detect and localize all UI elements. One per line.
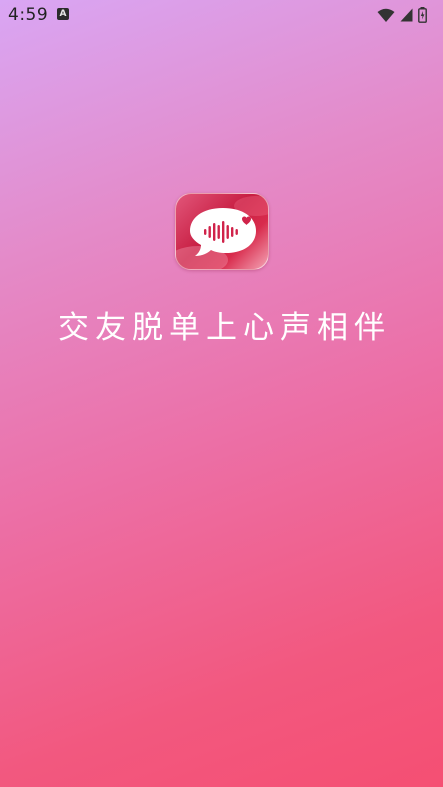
notification-a-icon: A bbox=[57, 8, 69, 20]
app-logo-icon bbox=[175, 193, 269, 270]
status-icons bbox=[377, 6, 427, 24]
cell-signal-icon bbox=[400, 8, 413, 22]
status-time: 4:59 bbox=[8, 5, 49, 25]
splash-slogan: 交友脱单上心声相伴 bbox=[58, 310, 391, 346]
wifi-icon bbox=[377, 8, 395, 23]
status-bar: 4:59 A bbox=[0, 0, 443, 30]
battery-charging-icon bbox=[418, 7, 427, 23]
